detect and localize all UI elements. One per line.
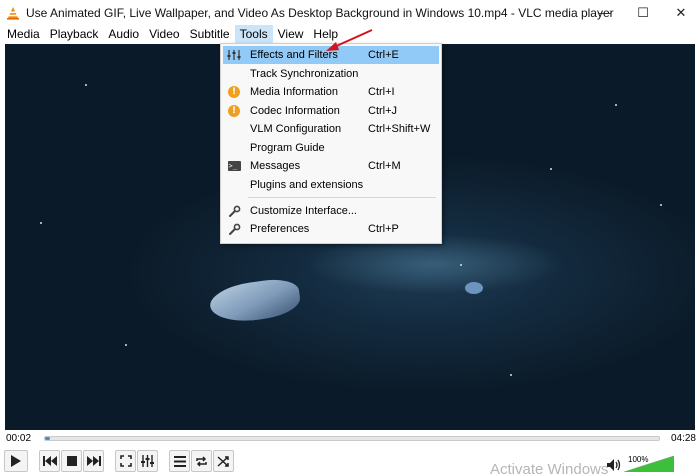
play-button[interactable] <box>4 450 28 472</box>
speaker-icon[interactable] <box>606 458 622 472</box>
seek-row: 00:02 04:28 <box>0 430 700 448</box>
menu-item-shortcut: Ctrl+P <box>368 223 399 235</box>
menu-item-label: Program Guide <box>250 142 325 154</box>
menu-item-messages[interactable]: >_ Messages Ctrl+M <box>223 157 439 175</box>
wrench-icon <box>226 203 242 219</box>
shuffle-button[interactable] <box>213 450 234 472</box>
stop-icon <box>66 456 77 466</box>
menu-item-label: Plugins and extensions <box>250 179 364 191</box>
menu-item-shortcut: Ctrl+I <box>368 86 395 98</box>
wrench-icon <box>226 221 242 237</box>
video-object <box>207 275 303 327</box>
menu-item-media-information[interactable]: ! Media Information Ctrl+I <box>223 83 439 101</box>
menu-subtitle[interactable]: Subtitle <box>185 25 235 44</box>
menu-media[interactable]: Media <box>2 25 45 44</box>
menu-separator <box>248 197 436 198</box>
info-icon: ! <box>228 86 240 98</box>
menu-item-codec-information[interactable]: ! Codec Information Ctrl+J <box>223 102 439 120</box>
menu-item-shortcut: Ctrl+J <box>368 105 398 117</box>
menu-item-label: Customize Interface... <box>250 205 357 217</box>
menu-video[interactable]: Video <box>144 25 184 44</box>
star <box>615 104 617 106</box>
menu-item-preferences[interactable]: Preferences Ctrl+P <box>223 220 439 238</box>
menu-item-shortcut: Ctrl+M <box>368 160 401 172</box>
shuffle-icon <box>217 455 229 467</box>
seek-slider[interactable] <box>44 436 660 441</box>
star <box>660 204 662 206</box>
star <box>550 168 552 170</box>
play-icon <box>11 455 21 467</box>
menu-item-label: Messages <box>250 160 301 172</box>
menu-item-label: Track Synchronization <box>250 68 359 80</box>
close-button[interactable]: ✕ <box>662 0 700 25</box>
minimize-button[interactable]: — <box>586 0 624 25</box>
terminal-icon: >_ <box>227 161 241 171</box>
menu-tools[interactable]: Tools <box>234 25 273 44</box>
info-icon: ! <box>228 105 240 117</box>
menu-item-label: VLM Configuration <box>250 123 342 135</box>
star <box>40 222 42 224</box>
sliders-icon <box>226 47 242 63</box>
video-object-small <box>465 282 483 294</box>
star <box>85 84 87 86</box>
playlist-button[interactable] <box>169 450 190 472</box>
window-title: Use Animated GIF, Live Wallpaper, and Vi… <box>26 5 614 20</box>
volume-slider[interactable] <box>624 456 674 472</box>
vlc-cone-icon <box>7 6 19 20</box>
star <box>460 264 462 266</box>
skip-back-icon <box>42 456 57 466</box>
annotation-arrow <box>326 29 373 51</box>
extended-settings-button[interactable] <box>137 450 158 472</box>
fullscreen-icon <box>119 455 132 467</box>
previous-button[interactable] <box>39 450 60 472</box>
menu-audio[interactable]: Audio <box>103 25 144 44</box>
menu-item-vlm-configuration[interactable]: VLM Configuration Ctrl+Shift+W <box>223 120 439 138</box>
menu-item-program-guide[interactable]: Program Guide <box>223 139 439 157</box>
star <box>510 374 512 376</box>
menu-view[interactable]: View <box>273 25 309 44</box>
menu-playback[interactable]: Playback <box>45 25 104 44</box>
sliders-icon <box>141 455 154 467</box>
menu-item-label: Codec Information <box>250 105 340 117</box>
title-bar: Use Animated GIF, Live Wallpaper, and Vi… <box>0 0 700 25</box>
total-time: 04:28 <box>670 433 696 444</box>
maximize-button[interactable]: ☐ <box>624 0 662 25</box>
stop-button[interactable] <box>61 450 82 472</box>
loop-icon <box>196 455 207 467</box>
menu-item-track-synchronization[interactable]: Track Synchronization <box>223 65 439 83</box>
playlist-icon <box>173 455 186 467</box>
elapsed-time: 00:02 <box>6 433 32 444</box>
menu-item-customize-interface[interactable]: Customize Interface... <box>223 202 439 220</box>
skip-forward-icon <box>86 456 101 466</box>
menu-item-label: Media Information <box>250 86 339 98</box>
star <box>125 344 127 346</box>
menu-item-label: Preferences <box>250 223 310 235</box>
tools-menu: Effects and Filters Ctrl+E Track Synchro… <box>220 43 442 244</box>
menu-item-plugins-and-extensions[interactable]: Plugins and extensions <box>223 176 439 194</box>
loop-button[interactable] <box>191 450 212 472</box>
fullscreen-button[interactable] <box>115 450 136 472</box>
seek-progress <box>45 437 50 440</box>
menu-item-shortcut: Ctrl+Shift+W <box>368 123 431 135</box>
activate-windows-watermark: Activate Windows <box>490 461 609 475</box>
next-button[interactable] <box>83 450 104 472</box>
